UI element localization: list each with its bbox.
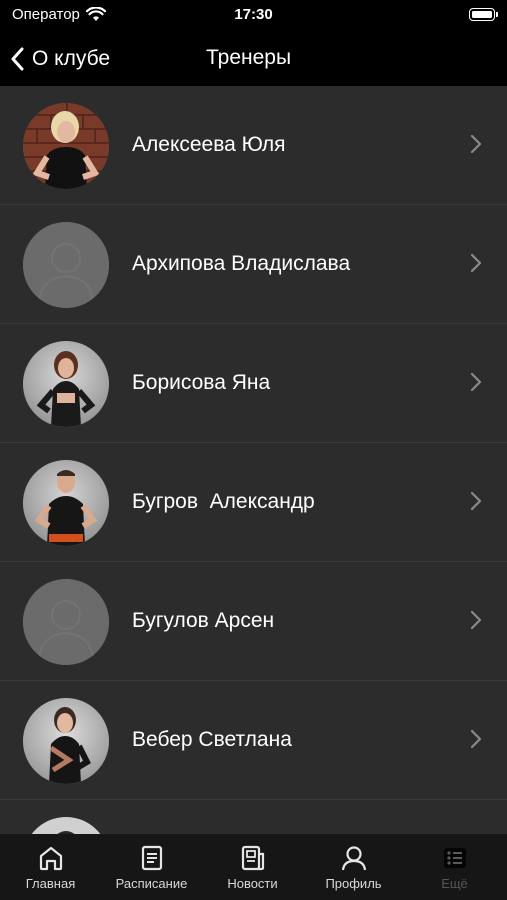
tab-label: Ещё xyxy=(441,876,468,891)
status-time: 17:30 xyxy=(234,6,273,23)
tab-schedule[interactable]: Расписание xyxy=(101,844,202,891)
chevron-right-icon xyxy=(470,610,482,630)
chevron-right-icon xyxy=(470,372,482,392)
trainer-name: Алексеева Юля xyxy=(132,133,286,156)
tab-bar: Главная Расписание Новости Профиль Ещё xyxy=(0,834,507,900)
chevron-left-icon xyxy=(11,47,24,71)
trainer-row[interactable]: Алексеева Юля xyxy=(0,86,507,205)
trainer-photo xyxy=(23,698,109,784)
trainer-photo xyxy=(23,460,109,546)
tab-home[interactable]: Главная xyxy=(0,844,101,891)
back-label: О клубе xyxy=(32,47,111,70)
status-bar: Оператор 17:30 xyxy=(0,0,507,32)
trainer-row[interactable] xyxy=(0,800,507,834)
tab-more[interactable]: Ещё xyxy=(404,844,505,891)
chevron-right-icon xyxy=(470,491,482,511)
placeholder-person-icon xyxy=(23,222,109,308)
trainer-row[interactable]: Бугулов Арсен xyxy=(0,562,507,681)
home-icon xyxy=(39,846,62,871)
tab-label: Главная xyxy=(25,876,76,891)
more-icon xyxy=(443,848,466,868)
chevron-right-icon xyxy=(470,729,482,749)
trainer-name: Вебер Светлана xyxy=(132,728,292,751)
news-icon xyxy=(241,845,264,871)
trainer-name: Бугров Александр xyxy=(132,490,315,513)
trainer-name: Бугулов Арсен xyxy=(132,609,275,632)
tab-news[interactable]: Новости xyxy=(202,844,303,891)
tab-label: Расписание xyxy=(115,876,188,891)
schedule-icon xyxy=(141,845,162,871)
profile-icon xyxy=(341,846,366,871)
tab-label: Профиль xyxy=(325,876,382,891)
chevron-right-icon xyxy=(470,134,482,154)
tab-profile[interactable]: Профиль xyxy=(303,844,404,891)
trainer-row[interactable]: Бугров Александр xyxy=(0,443,507,562)
battery-icon xyxy=(469,8,498,21)
page-title: Тренеры xyxy=(206,46,292,69)
trainer-photo xyxy=(23,817,109,834)
trainer-name: Борисова Яна xyxy=(132,371,271,394)
trainer-photo xyxy=(23,341,109,427)
navigation-bar: О клубе Тренеры xyxy=(0,32,507,86)
tab-label: Новости xyxy=(227,876,278,891)
trainer-name: Архипова Владислава xyxy=(132,252,351,275)
placeholder-person-icon xyxy=(23,579,109,665)
chevron-right-icon xyxy=(470,253,482,273)
trainer-row[interactable]: Вебер Светлана xyxy=(0,681,507,800)
back-button[interactable]: О клубе xyxy=(10,42,110,76)
trainer-row[interactable]: Архипова Владислава xyxy=(0,205,507,324)
trainer-list: Алексеева Юля Архипова Владислава Борисо… xyxy=(0,86,507,834)
trainer-photo xyxy=(23,103,109,189)
trainer-row[interactable]: Борисова Яна xyxy=(0,324,507,443)
